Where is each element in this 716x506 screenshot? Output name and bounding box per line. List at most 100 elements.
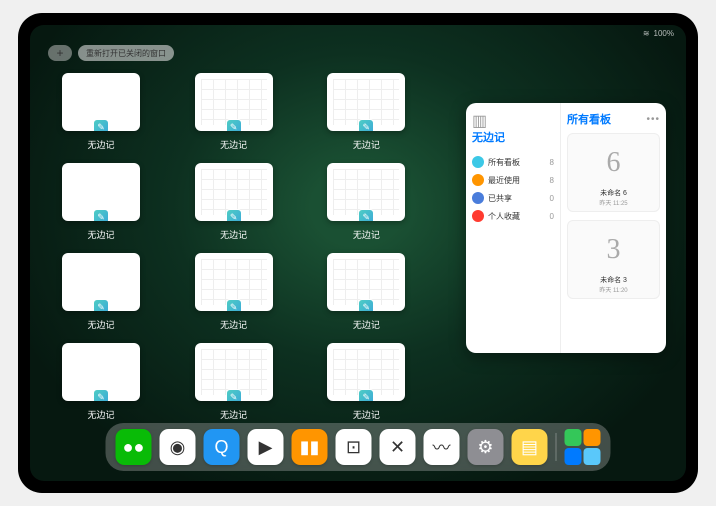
window-label: 无边记 — [87, 138, 114, 151]
window-card[interactable]: 无边记 — [195, 343, 273, 421]
board-date: 昨天 11:20 — [572, 285, 655, 294]
window-card[interactable]: 无边记 — [62, 253, 140, 331]
window-card[interactable]: 无边记 — [327, 73, 405, 151]
freeform-app-icon — [93, 299, 109, 311]
window-card[interactable]: 无边记 — [327, 253, 405, 331]
wifi-icon: ≋ — [643, 29, 650, 38]
sidebar-item-label: 最近使用 — [488, 175, 520, 186]
freeform-app-icon — [93, 119, 109, 131]
top-controls: + 重新打开已关闭的窗口 — [48, 45, 174, 61]
window-label: 无边记 — [87, 318, 114, 331]
dock: ●●◉Q▶▮▮⊡✕〰⚙▤ — [106, 423, 611, 471]
sidebar-item[interactable]: 已共享0 — [472, 189, 554, 207]
sidebar-item[interactable]: 最近使用 8 — [472, 171, 554, 189]
recent-apps-stack[interactable] — [565, 429, 601, 465]
board-date: 昨天 11:25 — [572, 198, 655, 207]
sidebar-item[interactable]: 所有看板 8 — [472, 153, 554, 171]
window-label: 无边记 — [353, 318, 380, 331]
window-thumbnail[interactable] — [195, 253, 273, 311]
window-label: 无边记 — [87, 408, 114, 421]
window-thumbnail[interactable] — [327, 343, 405, 401]
window-thumbnail[interactable] — [195, 73, 273, 131]
board-preview: 6 — [572, 138, 655, 188]
panel-right-title: 所有看板 — [567, 111, 611, 127]
window-label: 无边记 — [353, 228, 380, 241]
freeform-app-icon — [226, 389, 242, 401]
screen: ≋ 100% + 重新打开已关闭的窗口 无边记无边记无边记无边记无边记无边记无边… — [30, 25, 686, 481]
window-thumbnail[interactable] — [327, 253, 405, 311]
dots-icon[interactable]: ✕ — [380, 429, 416, 465]
window-card[interactable]: 无边记 — [195, 73, 273, 151]
board-card[interactable]: 3未命名 3昨天 11:20 — [567, 220, 660, 299]
freeform-app-icon — [358, 119, 374, 131]
more-icon[interactable]: ••• — [646, 114, 660, 125]
sidebar-item-count: 0 — [550, 212, 554, 221]
category-icon — [472, 192, 484, 204]
board-preview: 3 — [572, 225, 655, 275]
window-thumbnail[interactable] — [62, 163, 140, 221]
expose-grid: 无边记无边记无边记无边记无边记无边记无边记无边记无边记无边记无边记无边记 — [62, 73, 442, 421]
window-label: 无边记 — [353, 138, 380, 151]
new-window-button[interactable]: + — [48, 45, 72, 61]
board-card[interactable]: 6未命名 6昨天 11:25 — [567, 133, 660, 212]
window-thumbnail[interactable] — [62, 253, 140, 311]
sidebar-item[interactable]: 个人收藏 0 — [472, 207, 554, 225]
ipad-frame: ≋ 100% + 重新打开已关闭的窗口 无边记无边记无边记无边记无边记无边记无边… — [18, 13, 698, 493]
freeform-app-icon — [358, 299, 374, 311]
sidebar-item-label: 已共享 — [488, 193, 512, 204]
panel-left: ▥ 无边记 所有看板 8 最近使用 8 已共享0 个人收藏 0 — [466, 103, 561, 353]
battery-label: 100% — [654, 29, 674, 38]
panel-left-title: 无边记 — [472, 129, 554, 145]
board-name: 未命名 3 — [572, 275, 655, 285]
category-icon — [472, 210, 484, 222]
settings-icon[interactable]: ⚙ — [468, 429, 504, 465]
sidebar-item-count: 8 — [550, 176, 554, 185]
window-label: 无边记 — [220, 228, 247, 241]
browser-q-icon[interactable]: Q — [204, 429, 240, 465]
category-icon — [472, 156, 484, 168]
panel-right: 所有看板 ••• 6未命名 6昨天 11:25 3未命名 3昨天 11:20 — [561, 103, 666, 353]
window-card[interactable]: 无边记 — [62, 343, 140, 421]
window-thumbnail[interactable] — [195, 163, 273, 221]
freeform-app-icon — [226, 209, 242, 221]
sidebar-item-count: 8 — [550, 158, 554, 167]
window-label: 无边记 — [353, 408, 380, 421]
reopen-closed-window-button[interactable]: 重新打开已关闭的窗口 — [78, 45, 174, 61]
board-name: 未命名 6 — [572, 188, 655, 198]
freeform-sidebar-panel[interactable]: ▥ 无边记 所有看板8最近使用8已共享0个人收藏0 所有看板 ••• 6未命名 … — [466, 103, 666, 353]
window-thumbnail[interactable] — [62, 343, 140, 401]
window-label: 无边记 — [220, 408, 247, 421]
window-card[interactable]: 无边记 — [195, 253, 273, 331]
dock-separator — [556, 433, 557, 461]
sidebar-toggle-icon[interactable]: ▥ — [472, 111, 484, 123]
window-thumbnail[interactable] — [327, 163, 405, 221]
freeform-app-icon — [358, 209, 374, 221]
play-icon[interactable]: ▶ — [248, 429, 284, 465]
freeform-app-icon — [93, 389, 109, 401]
window-thumbnail[interactable] — [195, 343, 273, 401]
window-thumbnail[interactable] — [62, 73, 140, 131]
sidebar-item-label: 所有看板 — [488, 157, 520, 168]
wechat-icon[interactable]: ●● — [116, 429, 152, 465]
books-icon[interactable]: ▮▮ — [292, 429, 328, 465]
freeform-app-icon — [226, 119, 242, 131]
status-bar: ≋ 100% — [643, 29, 674, 38]
window-label: 无边记 — [220, 318, 247, 331]
freeform-app-icon — [358, 389, 374, 401]
notes-icon[interactable]: ▤ — [512, 429, 548, 465]
freeform-app-icon — [226, 299, 242, 311]
freeform-app-icon — [93, 209, 109, 221]
window-card[interactable]: 无边记 — [62, 163, 140, 241]
quark-icon[interactable]: ◉ — [160, 429, 196, 465]
category-icon — [472, 174, 484, 186]
window-card[interactable]: 无边记 — [327, 163, 405, 241]
window-card[interactable]: 无边记 — [327, 343, 405, 421]
window-label: 无边记 — [220, 138, 247, 151]
sidebar-item-label: 个人收藏 — [488, 211, 520, 222]
die-icon[interactable]: ⊡ — [336, 429, 372, 465]
window-label: 无边记 — [87, 228, 114, 241]
window-card[interactable]: 无边记 — [62, 73, 140, 151]
window-thumbnail[interactable] — [327, 73, 405, 131]
window-card[interactable]: 无边记 — [195, 163, 273, 241]
freeform-icon[interactable]: 〰 — [424, 429, 460, 465]
